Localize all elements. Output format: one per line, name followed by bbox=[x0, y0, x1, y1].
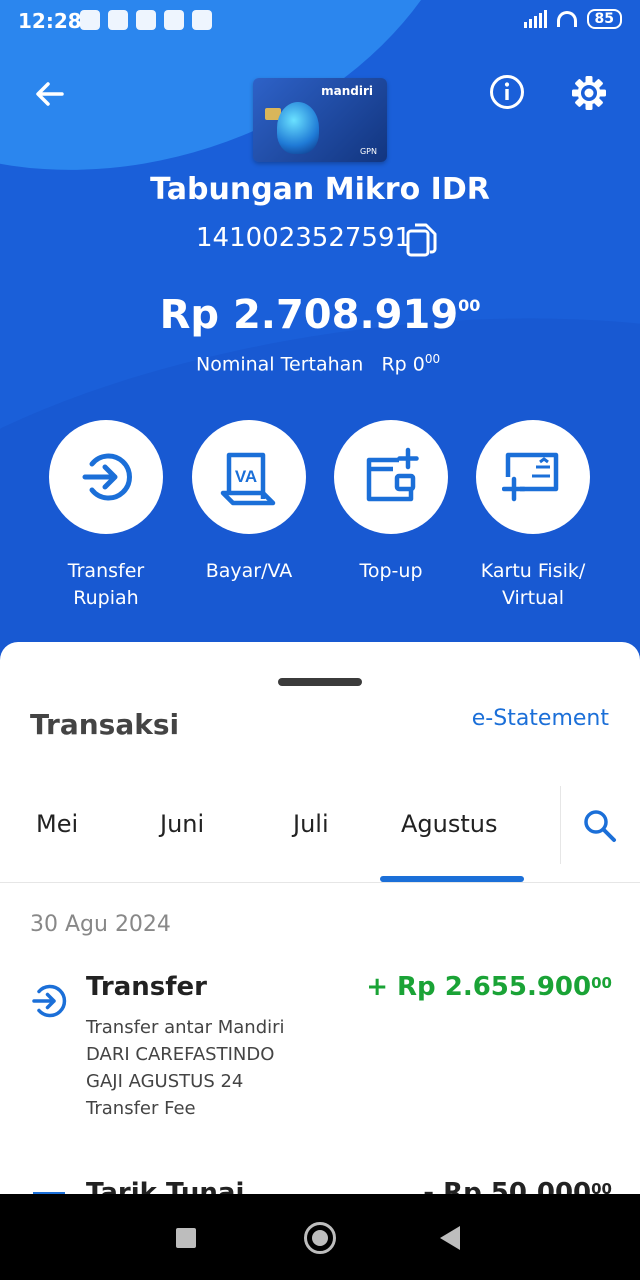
svg-text:VA: VA bbox=[235, 467, 257, 486]
wifi-icon bbox=[556, 11, 577, 27]
transfer-icon bbox=[82, 453, 132, 501]
account-name: Tabungan Mikro IDR bbox=[150, 172, 490, 207]
transaction-description: Transfer antar Mandiri DARI CAREFASTINDO… bbox=[86, 1017, 285, 1119]
back-button[interactable] bbox=[440, 1226, 460, 1250]
notification-icon bbox=[108, 10, 128, 30]
status-time: 12:28 bbox=[18, 9, 82, 33]
action-transfer-rupiah[interactable]: Transfer Rupiah bbox=[31, 420, 181, 612]
action-bayar-va[interactable]: VA Bayar/VA bbox=[174, 420, 324, 585]
hold-amount: Nominal Tertahan Rp 000 bbox=[196, 352, 440, 375]
e-statement-link[interactable]: e-Statement bbox=[472, 706, 609, 731]
account-card-image: mandiri GPN bbox=[253, 78, 387, 162]
action-kartu-fisik-virtual[interactable]: Kartu Fisik/Virtual bbox=[458, 420, 608, 612]
card-artwork bbox=[277, 102, 319, 154]
balance-amount: Rp 2.708.919 bbox=[159, 292, 459, 338]
home-button[interactable] bbox=[304, 1222, 336, 1254]
trash-icon bbox=[192, 10, 212, 30]
tab-juli[interactable]: Juli bbox=[293, 810, 329, 838]
transaction-date: 30 Agu 2024 bbox=[30, 912, 171, 937]
copy-icon[interactable] bbox=[405, 222, 439, 258]
recents-button[interactable] bbox=[176, 1228, 196, 1248]
action-circle[interactable] bbox=[476, 420, 590, 534]
search-icon[interactable] bbox=[582, 808, 618, 844]
action-label: Transfer Rupiah bbox=[67, 560, 145, 609]
action-label: Kartu Fisik/Virtual bbox=[480, 560, 586, 609]
action-label: Bayar/VA bbox=[205, 560, 293, 582]
card-brand-logo: mandiri bbox=[321, 84, 373, 98]
signal-icon bbox=[523, 10, 547, 28]
notification-icon bbox=[136, 10, 156, 30]
card-plus-icon bbox=[502, 452, 559, 502]
balance-cents: 00 bbox=[458, 296, 481, 315]
account-balance: Rp 2.708.91900 bbox=[0, 292, 640, 338]
back-arrow-icon[interactable] bbox=[32, 76, 68, 112]
transactions-sheet: Transaksi e-Statement Mei Juni Juli Agus… bbox=[0, 642, 640, 1208]
sheet-drag-handle[interactable] bbox=[278, 678, 362, 686]
status-right: 85 bbox=[523, 9, 622, 29]
transaction-amount: + Rp 2.655.90000 bbox=[366, 972, 612, 1002]
notification-icons bbox=[80, 10, 212, 30]
month-tabs: Mei Juni Juli Agustus bbox=[0, 782, 640, 883]
hold-cents: 00 bbox=[424, 352, 441, 366]
wallet-plus-icon bbox=[366, 447, 419, 502]
account-number: 1410023527591 bbox=[196, 223, 412, 253]
action-top-up[interactable]: Top-up bbox=[316, 420, 466, 585]
tab-mei[interactable]: Mei bbox=[36, 810, 78, 838]
system-nav-bar bbox=[0, 1194, 640, 1280]
whatsapp-icon bbox=[164, 10, 184, 30]
tab-juni[interactable]: Juni bbox=[160, 810, 204, 838]
card-network-logo: GPN bbox=[359, 147, 377, 156]
tab-agustus[interactable]: Agustus bbox=[401, 810, 498, 838]
hold-label: Nominal Tertahan bbox=[196, 353, 364, 376]
hold-value: Rp 0 bbox=[381, 353, 425, 376]
info-icon[interactable] bbox=[489, 74, 525, 110]
action-label: Top-up bbox=[359, 560, 423, 582]
transactions-title: Transaksi bbox=[30, 708, 180, 741]
transaction-name: Transfer bbox=[86, 972, 207, 1002]
active-tab-indicator bbox=[380, 876, 524, 882]
action-circle[interactable] bbox=[334, 420, 448, 534]
battery-indicator: 85 bbox=[586, 9, 622, 29]
action-circle[interactable]: VA bbox=[192, 420, 306, 534]
tab-divider bbox=[560, 786, 561, 864]
action-circle[interactable] bbox=[49, 420, 163, 534]
status-bar: 12:28 85 bbox=[0, 0, 640, 44]
gear-icon[interactable] bbox=[570, 74, 608, 112]
notification-icon bbox=[80, 10, 100, 30]
transfer-icon bbox=[32, 984, 67, 1018]
va-bill-icon: VA bbox=[220, 452, 276, 506]
